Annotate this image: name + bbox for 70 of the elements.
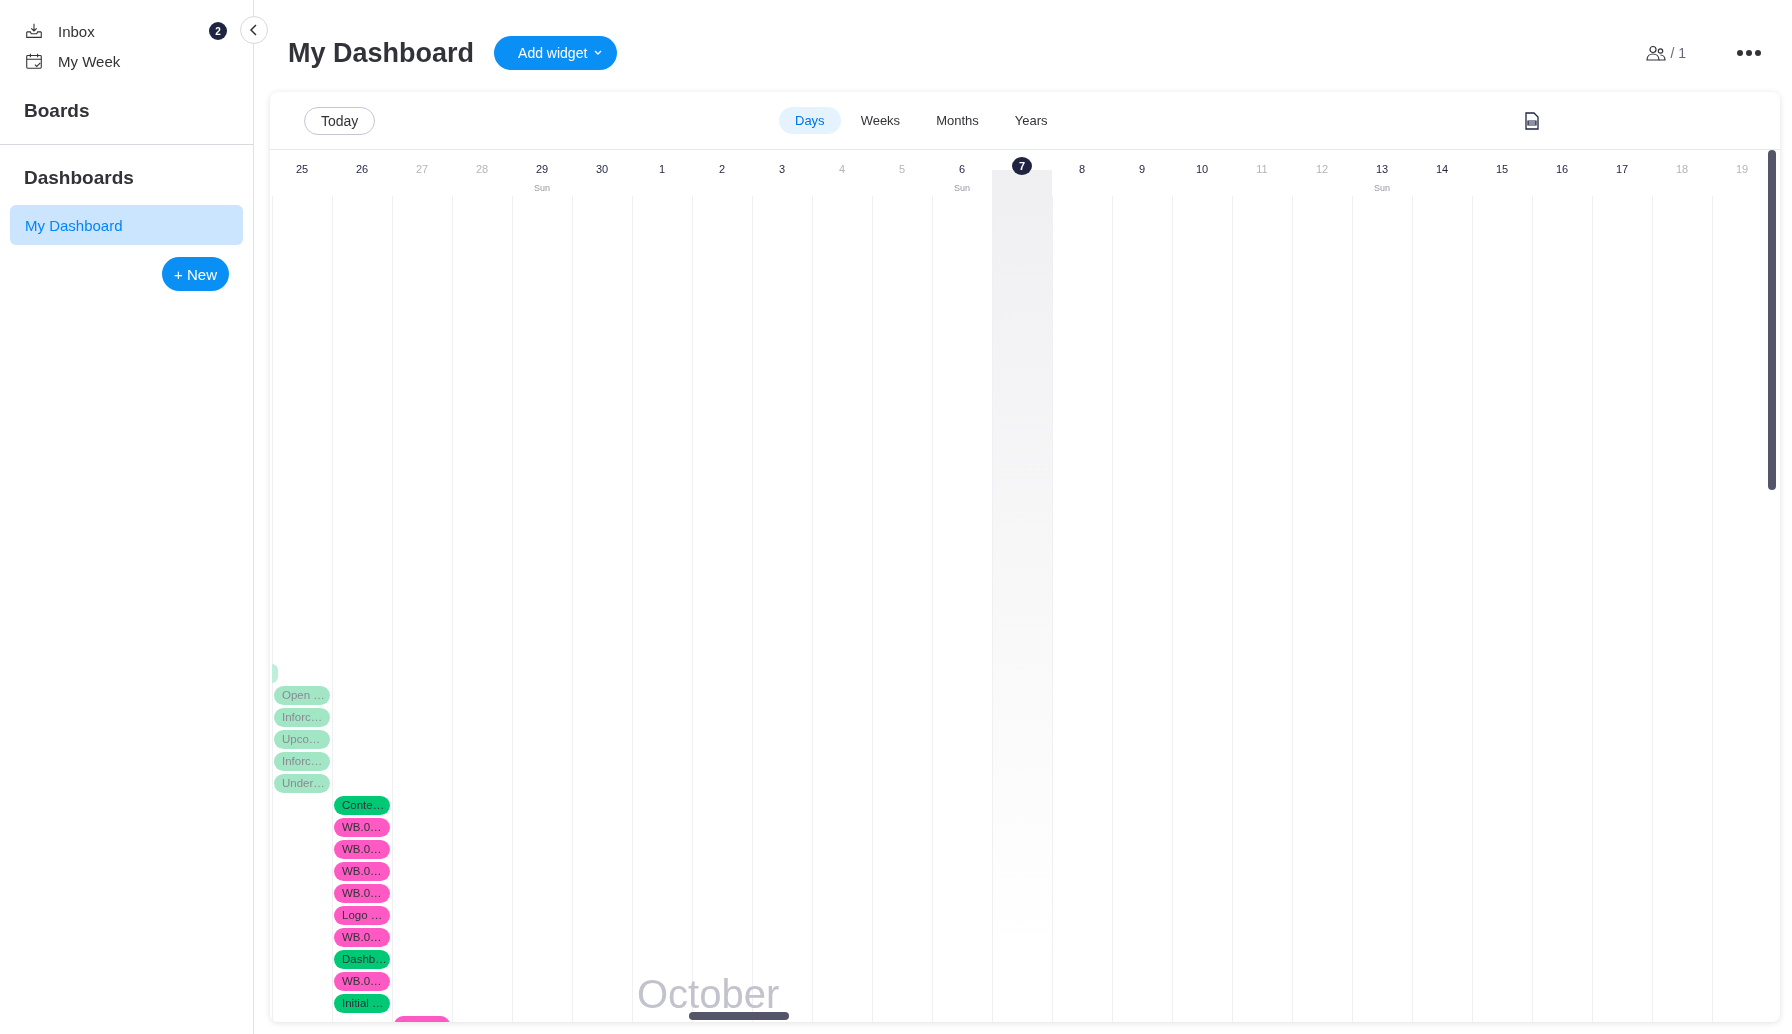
more-icon bbox=[1736, 49, 1762, 57]
day-number: 13 bbox=[1375, 162, 1389, 177]
event-bar[interactable]: WB.0… bbox=[334, 861, 390, 881]
dashboard-item[interactable]: My Dashboard bbox=[10, 205, 243, 245]
collapse-button[interactable] bbox=[240, 16, 268, 44]
view-tab[interactable]: Days bbox=[779, 107, 841, 134]
day-number: 18 bbox=[1675, 162, 1689, 177]
event-bar[interactable]: WB.0… bbox=[334, 839, 390, 859]
day-number: 27 bbox=[415, 162, 429, 177]
weekday-label: Sun bbox=[954, 183, 970, 193]
day-number: 8 bbox=[1078, 162, 1086, 177]
scrollbar-thumb[interactable] bbox=[689, 1012, 789, 1020]
day-number: 19 bbox=[1735, 162, 1749, 177]
nav-link[interactable]: Inbox bbox=[58, 22, 195, 40]
more-button[interactable] bbox=[1736, 49, 1762, 57]
caret-icon bbox=[593, 49, 604, 57]
document-icon[interactable] bbox=[1523, 112, 1541, 130]
day-number: 3 bbox=[778, 162, 786, 177]
inbox-icon bbox=[24, 21, 44, 41]
event-bar[interactable]: WB.0… bbox=[334, 883, 390, 903]
day-number: 17 bbox=[1615, 162, 1629, 177]
day-number: 30 bbox=[595, 162, 609, 177]
day-number: 11 bbox=[1256, 162, 1268, 177]
people-icon bbox=[1646, 45, 1667, 61]
event-bar[interactable]: Inforc… bbox=[274, 707, 330, 727]
event-bar[interactable]: Logo … bbox=[334, 905, 390, 925]
view-tab[interactable]: Years bbox=[998, 107, 1064, 134]
view-tab[interactable]: Weeks bbox=[844, 107, 917, 134]
event-bar[interactable]: Initial … bbox=[334, 993, 390, 1013]
count-badge: 2 bbox=[209, 22, 227, 40]
chevron-left-icon bbox=[249, 24, 259, 36]
event-bar[interactable]: Under… bbox=[274, 773, 330, 793]
new-button[interactable]: + New bbox=[162, 257, 229, 291]
day-number: 5 bbox=[898, 162, 906, 177]
day-number: 29 bbox=[535, 162, 549, 177]
day-number: 25 bbox=[295, 162, 309, 177]
day-number: 15 bbox=[1495, 162, 1509, 177]
day-number: 4 bbox=[838, 162, 846, 177]
day-number: 26 bbox=[355, 162, 369, 177]
event-bar[interactable]: WB.0… bbox=[334, 927, 390, 947]
scrollbar-thumb[interactable] bbox=[1768, 150, 1776, 490]
today-button[interactable]: Today bbox=[304, 106, 376, 135]
event-bar[interactable]: Open … bbox=[274, 685, 330, 705]
event-bar[interactable]: Conte… bbox=[334, 795, 390, 815]
day-number: 14 bbox=[1435, 162, 1449, 177]
day-number: 12 bbox=[1315, 162, 1329, 177]
day-number: 28 bbox=[475, 162, 489, 177]
event-bar[interactable]: Inforc… bbox=[274, 751, 330, 771]
members-button[interactable]: / 1 bbox=[1640, 44, 1692, 62]
view-tab[interactable]: Months bbox=[920, 107, 995, 134]
section-heading: Boards bbox=[0, 100, 253, 145]
day-number: 10 bbox=[1195, 162, 1209, 177]
day-number: 6 bbox=[958, 162, 966, 177]
page-title: My Dashboard bbox=[288, 37, 475, 69]
event-bar[interactable]: WB.0… bbox=[334, 971, 390, 991]
weekday-label: Sun bbox=[534, 183, 550, 193]
add-widget-button[interactable]: Add widget bbox=[494, 36, 618, 70]
event-bar[interactable]: WB.0… bbox=[334, 817, 390, 837]
day-number: 16 bbox=[1555, 162, 1569, 177]
event-bar[interactable]: Dashb… bbox=[334, 949, 390, 969]
section-heading: Dashboards bbox=[23, 167, 135, 189]
nav-link[interactable]: My Week bbox=[58, 52, 229, 70]
month-label: October bbox=[637, 977, 780, 1011]
weekday-label: Sun bbox=[1374, 183, 1390, 193]
day-number: 9 bbox=[1138, 162, 1146, 177]
event-bar[interactable]: Upco… bbox=[274, 729, 330, 749]
calendar-check-icon bbox=[24, 51, 44, 71]
day-number: 2 bbox=[718, 162, 726, 177]
day-number: 7 bbox=[1012, 157, 1032, 175]
day-number: 1 bbox=[658, 162, 666, 177]
